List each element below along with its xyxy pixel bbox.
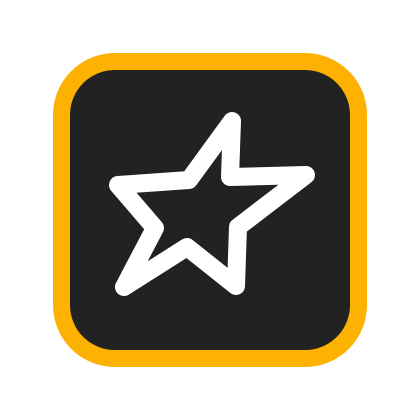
icon-canvas bbox=[0, 0, 420, 420]
app-icon-tile[interactable] bbox=[53, 53, 367, 367]
